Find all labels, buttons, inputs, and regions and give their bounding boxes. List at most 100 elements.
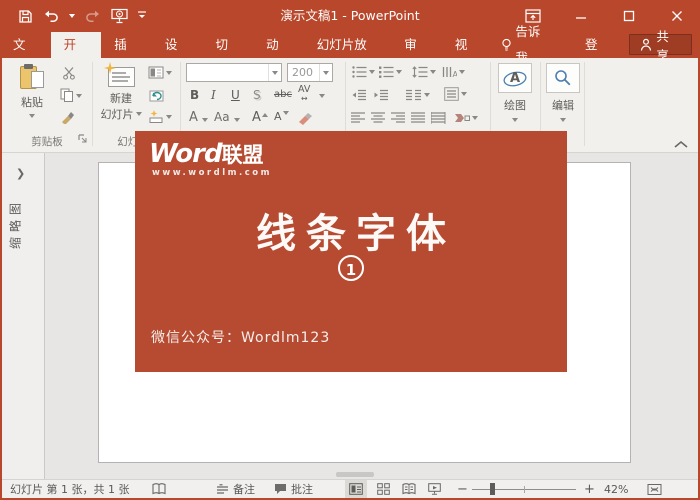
format-painter-button[interactable]: [60, 110, 75, 124]
zoom-out-button[interactable]: −: [457, 480, 468, 498]
maximize-icon[interactable]: [614, 3, 644, 29]
find-icon: [546, 63, 580, 93]
align-text-dropdown-icon: [461, 92, 467, 96]
align-right-button[interactable]: [391, 112, 406, 124]
expand-pane-chevron-icon[interactable]: ❯: [16, 167, 25, 180]
bullets-icon: [352, 66, 367, 78]
view-normal-button[interactable]: [345, 480, 367, 498]
minimize-icon[interactable]: [566, 3, 596, 29]
tab-animations[interactable]: 动画: [253, 32, 304, 58]
underline-button[interactable]: U: [231, 88, 240, 102]
text-direction-button[interactable]: A: [442, 66, 465, 78]
tab-transitions[interactable]: 切换: [203, 32, 254, 58]
collapse-ribbon-icon[interactable]: [674, 140, 688, 149]
line-spacing-dropdown-icon: [430, 70, 436, 74]
zoom-slider-thumb[interactable]: [490, 483, 495, 495]
layout-icon: [148, 66, 164, 79]
ribbon-tab-row: 文件 开始 插入 设计 切换 动画 幻灯片放映 审阅 视图 告诉我... 登录 …: [0, 32, 700, 58]
line-spacing-icon: [412, 66, 428, 78]
font-color-dropdown-icon[interactable]: [202, 118, 208, 122]
align-text-button[interactable]: [444, 87, 467, 101]
align-center-button[interactable]: [371, 112, 386, 124]
zoom-level[interactable]: 42%: [604, 480, 628, 498]
character-spacing-button[interactable]: AV↔: [298, 86, 310, 103]
sparkle-icon: [104, 62, 116, 74]
view-slideshow-button[interactable]: [423, 480, 445, 498]
clipboard-dialog-launcher-icon[interactable]: [78, 134, 88, 144]
distribute-button[interactable]: [431, 112, 446, 124]
spell-check-icon[interactable]: [152, 480, 166, 498]
tab-review[interactable]: 审阅: [391, 32, 442, 58]
layout-button[interactable]: [148, 66, 172, 79]
section-button[interactable]: [148, 110, 172, 123]
bullets-button[interactable]: [352, 66, 375, 78]
person-icon: [640, 38, 652, 51]
copy-button[interactable]: [60, 88, 82, 103]
comments-button[interactable]: 批注: [274, 480, 313, 498]
thumbnail-pane-collapsed[interactable]: ❯ 缩略图: [2, 153, 45, 479]
font-name-dropdown-icon[interactable]: [268, 64, 281, 81]
tell-me-box[interactable]: 告诉我...: [493, 32, 572, 58]
font-size-combo[interactable]: 200: [287, 63, 333, 82]
bold-button[interactable]: B: [190, 88, 199, 102]
strikethrough-button[interactable]: abc: [274, 89, 292, 100]
copy-dropdown-icon: [76, 94, 82, 98]
drawing-icon: A: [498, 63, 532, 93]
drawing-dropdown-icon: [512, 118, 518, 122]
section-dropdown-icon: [166, 115, 172, 119]
line-spacing-button[interactable]: [412, 66, 436, 78]
fit-slide-to-window-button[interactable]: [647, 480, 662, 498]
character-spacing-dropdown-icon[interactable]: [319, 94, 325, 98]
italic-button[interactable]: I: [211, 88, 216, 102]
slide-indicator[interactable]: 幻灯片 第 1 张，共 1 张: [10, 480, 129, 498]
font-name-combo[interactable]: [186, 63, 282, 82]
paste-clipboard-icon: [20, 64, 44, 91]
tab-file[interactable]: 文件: [0, 32, 51, 58]
font-size-dropdown-icon[interactable]: [319, 64, 332, 81]
font-color-button[interactable]: A: [189, 110, 198, 125]
new-slide-icon: [106, 64, 136, 88]
notes-button[interactable]: 备注: [216, 480, 255, 498]
notes-icon: [216, 484, 229, 495]
layout-dropdown-icon: [166, 71, 172, 75]
change-case-button[interactable]: Aa: [214, 110, 230, 124]
tab-home[interactable]: 开始: [51, 32, 102, 58]
increase-indent-button[interactable]: [374, 89, 389, 101]
zoom-slider[interactable]: [472, 480, 576, 498]
columns-button[interactable]: [406, 89, 430, 101]
text-direction-icon: A: [442, 66, 457, 78]
svg-text:A: A: [510, 71, 520, 86]
brush-icon: [60, 110, 75, 124]
numbering-button[interactable]: [379, 66, 402, 78]
thumbnail-pane-label: 缩略图: [7, 184, 24, 264]
tab-slideshow[interactable]: 幻灯片放映: [304, 32, 392, 58]
decrease-indent-button[interactable]: [352, 89, 367, 101]
convert-smartart-button[interactable]: [454, 112, 478, 124]
numbering-icon: [379, 66, 394, 78]
new-slide-dropdown-icon: [136, 112, 142, 116]
align-text-icon: [444, 87, 459, 101]
sign-in-button[interactable]: 登录: [572, 32, 623, 58]
view-slide-sorter-button[interactable]: [372, 480, 394, 498]
shrink-font-button[interactable]: A: [274, 110, 289, 123]
zoom-in-button[interactable]: +: [584, 480, 595, 498]
change-case-dropdown-icon[interactable]: [234, 118, 240, 122]
grow-font-button[interactable]: A: [252, 110, 268, 125]
view-reading-button[interactable]: [398, 480, 420, 498]
clear-formatting-button[interactable]: [298, 111, 314, 125]
cut-button[interactable]: [62, 66, 76, 80]
tab-insert[interactable]: 插入: [101, 32, 152, 58]
tab-design[interactable]: 设计: [152, 32, 203, 58]
paste-button[interactable]: 粘贴: [12, 64, 52, 118]
tab-view[interactable]: 视图: [442, 32, 493, 58]
drawing-button[interactable]: A 绘图: [498, 63, 532, 122]
text-shadow-button[interactable]: S: [253, 88, 261, 102]
justify-button[interactable]: [411, 112, 426, 124]
section-icon: [148, 110, 164, 123]
align-left-button[interactable]: [351, 112, 366, 124]
editing-button[interactable]: 编辑: [546, 63, 580, 122]
horizontal-scrollbar-thumb[interactable]: [336, 472, 374, 477]
share-button[interactable]: 共享: [629, 34, 692, 55]
reset-button[interactable]: [148, 88, 164, 102]
new-slide-button[interactable]: 新建 幻灯片: [98, 64, 144, 122]
